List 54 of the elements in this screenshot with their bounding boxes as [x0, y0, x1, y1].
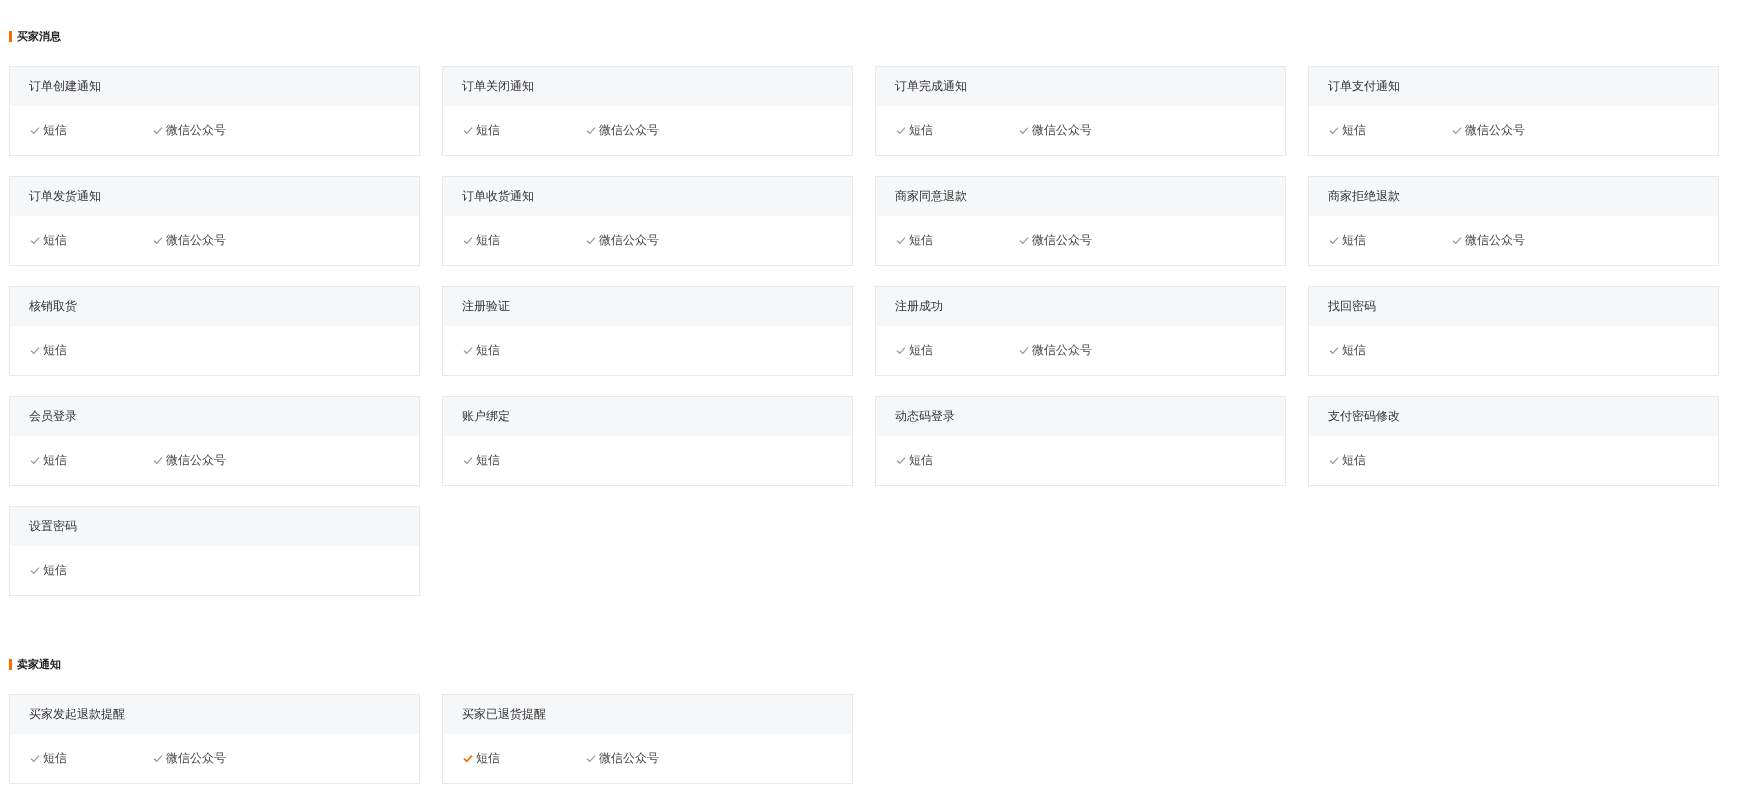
card-title: 订单创建通知 — [10, 67, 419, 106]
channel-option[interactable]: 短信 — [30, 342, 153, 359]
card-title: 商家同意退款 — [876, 177, 1285, 216]
channel-option[interactable]: 短信 — [896, 342, 1019, 359]
card-title: 找回密码 — [1309, 287, 1718, 326]
card-title: 注册成功 — [876, 287, 1285, 326]
card-title: 买家发起退款提醒 — [10, 695, 419, 734]
channel-option[interactable]: 微信公众号 — [153, 232, 276, 249]
channel-option[interactable]: 微信公众号 — [153, 750, 276, 767]
section-title: 卖家通知 — [17, 656, 61, 672]
section-title: 买家消息 — [17, 28, 61, 44]
channel-option[interactable]: 短信 — [30, 562, 153, 579]
channel-option[interactable]: 短信 — [463, 452, 586, 469]
card-title: 订单关闭通知 — [443, 67, 852, 106]
card-title: 订单完成通知 — [876, 67, 1285, 106]
channel-option[interactable]: 短信 — [463, 232, 586, 249]
channel-option[interactable]: 微信公众号 — [153, 122, 276, 139]
channel-option[interactable]: 短信 — [896, 452, 1019, 469]
card-title: 商家拒绝退款 — [1309, 177, 1718, 216]
channel-option[interactable]: 短信 — [463, 750, 586, 767]
channel-option[interactable]: 微信公众号 — [1452, 232, 1575, 249]
channel-option[interactable]: 微信公众号 — [1019, 232, 1142, 249]
channel-option[interactable]: 微信公众号 — [1452, 122, 1575, 139]
card-title: 核销取货 — [10, 287, 419, 326]
channel-option[interactable]: 短信 — [1329, 342, 1452, 359]
channel-option[interactable]: 微信公众号 — [586, 122, 709, 139]
card-title: 订单收货通知 — [443, 177, 852, 216]
channel-option[interactable]: 短信 — [1329, 452, 1452, 469]
channel-option[interactable]: 短信 — [1329, 122, 1452, 139]
card-title: 订单支付通知 — [1309, 67, 1718, 106]
channel-option[interactable]: 微信公众号 — [1019, 122, 1142, 139]
channel-option[interactable]: 短信 — [1329, 232, 1452, 249]
channel-option[interactable]: 微信公众号 — [1019, 342, 1142, 359]
card-title: 注册验证 — [443, 287, 852, 326]
channel-option[interactable]: 短信 — [30, 122, 153, 139]
section-marker — [9, 658, 12, 670]
channel-option[interactable]: 微信公众号 — [586, 232, 709, 249]
card-title: 会员登录 — [10, 397, 419, 436]
section-marker — [9, 30, 12, 42]
channel-option[interactable]: 短信 — [896, 232, 1019, 249]
channel-option[interactable]: 短信 — [30, 452, 153, 469]
channel-option[interactable]: 短信 — [30, 232, 153, 249]
card-title: 买家已退货提醒 — [443, 695, 852, 734]
card-title: 设置密码 — [10, 507, 419, 546]
card-title: 订单发货通知 — [10, 177, 419, 216]
channel-option[interactable]: 短信 — [463, 122, 586, 139]
channel-option[interactable]: 短信 — [30, 750, 153, 767]
channel-option[interactable]: 短信 — [463, 342, 586, 359]
card-title: 支付密码修改 — [1309, 397, 1718, 436]
card-title: 动态码登录 — [876, 397, 1285, 436]
channel-option[interactable]: 微信公众号 — [586, 750, 709, 767]
card-title: 账户绑定 — [443, 397, 852, 436]
channel-option[interactable]: 微信公众号 — [153, 452, 276, 469]
channel-option[interactable]: 短信 — [896, 122, 1019, 139]
